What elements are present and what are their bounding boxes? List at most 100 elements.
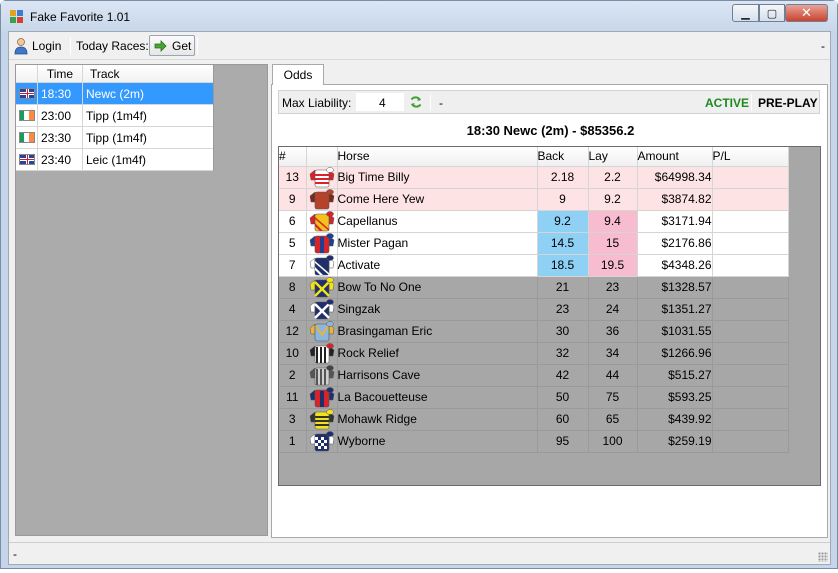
number-column-header[interactable]: # xyxy=(279,147,307,167)
back-odds-cell[interactable]: 95 xyxy=(537,430,589,453)
odds-pane: Odds Max Liability: 4 - ACTIVE PRE-PLAY … xyxy=(271,64,830,538)
lay-odds-cell[interactable]: 23 xyxy=(588,276,638,299)
race-row[interactable]: 18:30 Newc (2m) xyxy=(16,83,213,105)
profit-loss-cell xyxy=(712,298,789,321)
lay-odds-cell[interactable]: 19.5 xyxy=(588,254,638,277)
runner-row[interactable]: 5 Mister Pagan 14.5 15 $2176.86 xyxy=(279,232,789,255)
lay-odds-cell[interactable]: 34 xyxy=(588,342,638,365)
jockey-silk-icon xyxy=(306,166,338,189)
lay-odds-cell[interactable]: 100 xyxy=(588,430,638,453)
race-row[interactable]: 23:00 Tipp (1m4f) xyxy=(16,105,213,127)
back-odds-cell[interactable]: 2.18 xyxy=(537,166,589,189)
horse-name: Mohawk Ridge xyxy=(337,408,538,431)
horse-name: Mister Pagan xyxy=(337,232,538,255)
runner-number: 1 xyxy=(279,430,307,453)
lay-odds-cell[interactable]: 9.2 xyxy=(588,188,638,211)
back-odds-cell[interactable]: 50 xyxy=(537,386,589,409)
runner-number: 6 xyxy=(279,210,307,233)
race-track: Newc (2m) xyxy=(86,86,145,101)
back-odds-cell[interactable]: 18.5 xyxy=(537,254,589,277)
horse-name: Harrisons Cave xyxy=(337,364,538,387)
back-column-header[interactable]: Back xyxy=(537,147,589,167)
runner-number: 11 xyxy=(279,386,307,409)
odds-toolbar-dash: - xyxy=(439,96,443,110)
lay-odds-cell[interactable]: 65 xyxy=(588,408,638,431)
runner-row[interactable]: 12 Brasingaman Eric 30 36 $1031.55 xyxy=(279,320,789,343)
runner-row[interactable]: 4 Singzak 23 24 $1351.27 xyxy=(279,298,789,321)
amount-cell: $1351.27 xyxy=(637,298,713,321)
runner-row[interactable]: 9 Come Here Yew 9 9.2 $3874.82 xyxy=(279,188,789,211)
profit-loss-cell xyxy=(712,188,789,211)
toolbar-overflow[interactable]: - xyxy=(821,39,825,53)
lay-odds-cell[interactable]: 75 xyxy=(588,386,638,409)
close-button[interactable]: ✕ xyxy=(785,4,828,22)
jockey-silk-icon xyxy=(306,408,338,431)
track-column-header[interactable]: Track xyxy=(83,65,213,82)
back-odds-cell[interactable]: 21 xyxy=(537,276,589,299)
max-liability-input[interactable]: 4 xyxy=(356,93,404,111)
runner-row[interactable]: 2 Harrisons Cave 42 44 $515.27 xyxy=(279,364,789,387)
amount-cell: $515.27 xyxy=(637,364,713,387)
minimize-button[interactable]: ▁ xyxy=(732,4,759,22)
refresh-icon[interactable] xyxy=(409,95,423,109)
lay-odds-cell[interactable]: 36 xyxy=(588,320,638,343)
runner-row[interactable]: 7 Activate 18.5 19.5 $4348.26 xyxy=(279,254,789,277)
lay-column-header[interactable]: Lay xyxy=(588,147,638,167)
back-odds-cell[interactable]: 32 xyxy=(537,342,589,365)
back-odds-cell[interactable]: 9.2 xyxy=(537,210,589,233)
get-label: Get xyxy=(172,38,192,53)
horse-name: Big Time Billy xyxy=(337,166,538,189)
lay-odds-cell[interactable]: 15 xyxy=(588,232,638,255)
odds-table: # Horse Back Lay Amount P/L 13 Big Time B… xyxy=(279,147,789,453)
amount-cell: $1266.96 xyxy=(637,342,713,365)
maximize-icon: ▢ xyxy=(766,7,778,20)
silk-column-header[interactable] xyxy=(306,147,338,167)
runner-row[interactable]: 8 Bow To No One 21 23 $1328.57 xyxy=(279,276,789,299)
title-bar[interactable]: Fake Favorite 1.01 ▁ ▢ ✕ xyxy=(1,1,837,31)
races-pane: Time Track 18:30 Newc (2m) 23:00 Tipp (1m4f… xyxy=(15,64,268,536)
race-time: 23:30 xyxy=(38,127,83,148)
back-odds-cell[interactable]: 14.5 xyxy=(537,232,589,255)
runner-row[interactable]: 11 La Bacouetteuse 50 75 $593.25 xyxy=(279,386,789,409)
race-track: Tipp (1m4f) xyxy=(86,130,147,145)
back-odds-cell[interactable]: 42 xyxy=(537,364,589,387)
runner-row[interactable]: 6 Capellanus 9.2 9.4 $3171.94 xyxy=(279,210,789,233)
amount-column-header[interactable]: Amount xyxy=(637,147,713,167)
lay-odds-cell[interactable]: 2.2 xyxy=(588,166,638,189)
back-odds-cell[interactable]: 60 xyxy=(537,408,589,431)
tab-odds[interactable]: Odds xyxy=(272,64,324,85)
runner-row[interactable]: 13 Big Time Billy 2.18 2.2 $64998.34 xyxy=(279,166,789,189)
status-text: - xyxy=(13,547,17,561)
back-odds-cell[interactable]: 23 xyxy=(537,298,589,321)
close-icon: ✕ xyxy=(801,5,812,20)
status-active-badge: ACTIVE xyxy=(705,96,750,110)
toolbar-separator xyxy=(70,37,71,55)
runner-row[interactable]: 1 Wyborne 95 100 $259.19 xyxy=(279,430,789,453)
runner-row[interactable]: 10 Rock Relief 32 34 $1266.96 xyxy=(279,342,789,365)
back-odds-cell[interactable]: 30 xyxy=(537,320,589,343)
jockey-silk-icon xyxy=(306,188,338,211)
get-races-button[interactable]: Get xyxy=(149,35,195,56)
profit-loss-cell xyxy=(712,254,789,277)
back-odds-cell[interactable]: 9 xyxy=(537,188,589,211)
uk-flag-icon xyxy=(18,154,35,165)
login-button[interactable]: Login xyxy=(13,32,61,60)
lay-odds-cell[interactable]: 9.4 xyxy=(588,210,638,233)
lay-odds-cell[interactable]: 44 xyxy=(588,364,638,387)
maximize-button[interactable]: ▢ xyxy=(759,4,785,22)
runner-number: 3 xyxy=(279,408,307,431)
status-bar: - xyxy=(9,542,830,564)
resize-grip-icon[interactable] xyxy=(818,552,828,562)
profit-loss-cell xyxy=(712,430,789,453)
horse-column-header[interactable]: Horse xyxy=(337,147,538,167)
races-table: Time Track 18:30 Newc (2m) 23:00 Tipp (1m4f… xyxy=(16,65,214,171)
flag-column-header xyxy=(16,65,38,82)
main-toolbar: Login Today Races: Get - xyxy=(9,32,830,60)
time-column-header[interactable]: Time xyxy=(38,65,83,82)
odds-header-row: # Horse Back Lay Amount P/L xyxy=(279,147,789,167)
race-row[interactable]: 23:30 Tipp (1m4f) xyxy=(16,127,213,149)
lay-odds-cell[interactable]: 24 xyxy=(588,298,638,321)
runner-row[interactable]: 3 Mohawk Ridge 60 65 $439.92 xyxy=(279,408,789,431)
pl-column-header[interactable]: P/L xyxy=(712,147,789,167)
race-row[interactable]: 23:40 Leic (1m4f) xyxy=(16,149,213,171)
